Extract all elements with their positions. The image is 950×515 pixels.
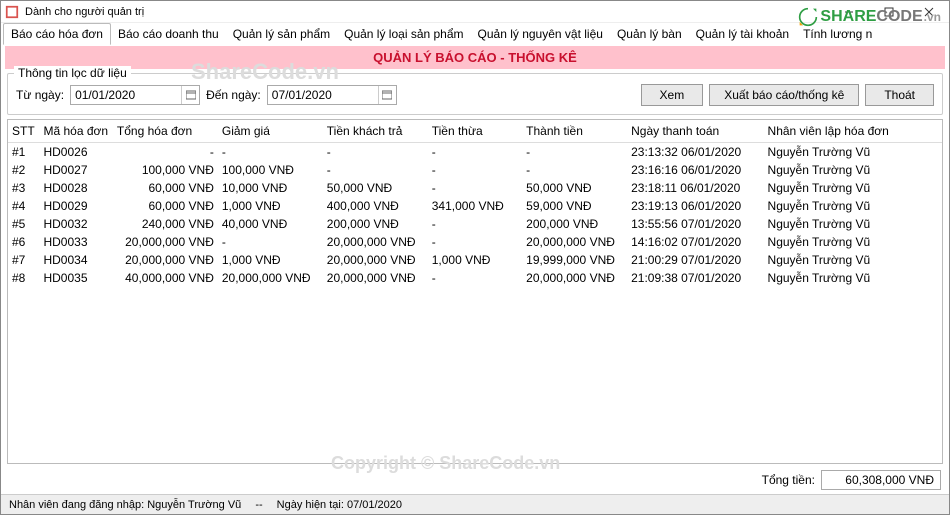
filter-legend: Thông tin lọc dữ liệu bbox=[14, 66, 131, 80]
status-date: Ngày hiện tại: 07/01/2020 bbox=[277, 499, 402, 511]
table-row[interactable]: #7HD003420,000,000 VNĐ1,000 VNĐ20,000,00… bbox=[8, 251, 942, 269]
tab-tables[interactable]: Quản lý bàn bbox=[610, 24, 689, 44]
col-giam[interactable]: Giảm giá bbox=[218, 120, 323, 143]
page-banner: QUẢN LÝ BÁO CÁO - THỐNG KÊ bbox=[5, 46, 945, 69]
view-button[interactable]: Xem bbox=[641, 84, 704, 106]
table-row[interactable]: #4HD002960,000 VNĐ1,000 VNĐ400,000 VNĐ34… bbox=[8, 197, 942, 215]
col-nv[interactable]: Nhân viên lập hóa đơn bbox=[764, 120, 942, 143]
tab-accounts[interactable]: Quản lý tài khoản bbox=[689, 24, 796, 44]
data-grid[interactable]: STT Mã hóa đơn Tổng hóa đơn Giảm giá Tiề… bbox=[7, 119, 943, 464]
table-row[interactable]: #2HD0027100,000 VNĐ100,000 VNĐ---23:16:1… bbox=[8, 161, 942, 179]
tab-invoice-report[interactable]: Báo cáo hóa đơn bbox=[3, 23, 111, 45]
from-date-input[interactable] bbox=[71, 86, 181, 104]
minimize-button[interactable] bbox=[829, 1, 869, 22]
total-row: Tổng tiền: 60,308,000 VNĐ bbox=[1, 466, 949, 494]
calendar-icon[interactable] bbox=[378, 86, 396, 104]
statusbar: Nhân viên đang đăng nhập: Nguyễn Trường … bbox=[1, 494, 949, 514]
total-label: Tổng tiền: bbox=[762, 473, 815, 487]
col-thua[interactable]: Tiền thừa bbox=[428, 120, 522, 143]
maximize-button[interactable] bbox=[869, 1, 909, 22]
tab-materials[interactable]: Quản lý nguyên vật liệu bbox=[471, 24, 610, 44]
from-date-picker[interactable] bbox=[70, 85, 200, 105]
table-row[interactable]: #6HD003320,000,000 VNĐ-20,000,000 VNĐ-20… bbox=[8, 233, 942, 251]
total-value: 60,308,000 VNĐ bbox=[821, 470, 941, 490]
titlebar: Dành cho người quản trị bbox=[1, 1, 949, 23]
col-ngay[interactable]: Ngày thanh toán bbox=[627, 120, 763, 143]
window-title: Dành cho người quản trị bbox=[25, 6, 829, 18]
col-khach[interactable]: Tiền khách trả bbox=[323, 120, 428, 143]
tab-revenue-report[interactable]: Báo cáo doanh thu bbox=[111, 24, 226, 44]
tab-products[interactable]: Quản lý sản phẩm bbox=[226, 24, 337, 44]
col-id[interactable]: Mã hóa đơn bbox=[39, 120, 112, 143]
col-thanh[interactable]: Thành tiền bbox=[522, 120, 627, 143]
exit-button[interactable]: Thoát bbox=[865, 84, 934, 106]
to-date-label: Đến ngày: bbox=[206, 88, 261, 102]
app-icon bbox=[5, 5, 19, 19]
table-row[interactable]: #8HD003540,000,000 VNĐ20,000,000 VNĐ20,0… bbox=[8, 269, 942, 287]
col-tong[interactable]: Tổng hóa đơn bbox=[113, 120, 218, 143]
tab-salary[interactable]: Tính lương n bbox=[796, 24, 879, 44]
tab-product-types[interactable]: Quản lý loại sản phẩm bbox=[337, 24, 470, 44]
status-user: Nhân viên đang đăng nhập: Nguyễn Trường … bbox=[9, 499, 241, 511]
to-date-input[interactable] bbox=[268, 86, 378, 104]
filter-group: Thông tin lọc dữ liệu Từ ngày: Đến ngày:… bbox=[7, 73, 943, 115]
app-window: Dành cho người quản trị Báo cáo hóa đơn … bbox=[0, 0, 950, 515]
calendar-icon[interactable] bbox=[181, 86, 199, 104]
export-button[interactable]: Xuất báo cáo/thống kê bbox=[709, 84, 859, 106]
to-date-picker[interactable] bbox=[267, 85, 397, 105]
from-date-label: Từ ngày: bbox=[16, 88, 64, 102]
tab-strip: Báo cáo hóa đơn Báo cáo doanh thu Quản l… bbox=[1, 23, 949, 45]
table-row[interactable]: #3HD002860,000 VNĐ10,000 VNĐ50,000 VNĐ-5… bbox=[8, 179, 942, 197]
window-controls bbox=[829, 1, 949, 22]
table-row[interactable]: #5HD0032240,000 VNĐ40,000 VNĐ200,000 VNĐ… bbox=[8, 215, 942, 233]
table-row[interactable]: #1HD0026-----23:13:32 06/01/2020Nguyễn T… bbox=[8, 143, 942, 162]
col-stt[interactable]: STT bbox=[8, 120, 39, 143]
close-button[interactable] bbox=[909, 1, 949, 22]
status-separator: -- bbox=[255, 499, 262, 511]
